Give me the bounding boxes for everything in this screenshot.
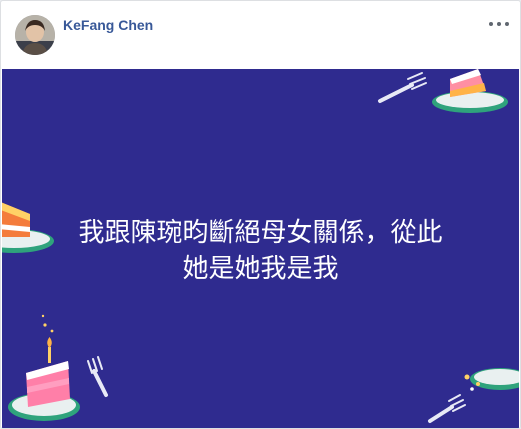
fork-icon bbox=[87, 356, 108, 397]
post-text-line: 她是她我是我 bbox=[182, 254, 339, 284]
avatar-photo bbox=[15, 15, 55, 55]
fork-icon bbox=[428, 394, 466, 423]
post-text-line: 我跟陳琬昀斷絕母女關係，從此 bbox=[78, 218, 443, 248]
birthday-cake-icon bbox=[8, 314, 80, 421]
text-post-background: 我跟陳琬昀斷絕母女關係，從此 她是她我是我 bbox=[2, 69, 519, 428]
more-options-icon[interactable] bbox=[488, 15, 510, 33]
fork-icon bbox=[378, 72, 427, 103]
post-header: KeFang Chen bbox=[1, 1, 520, 69]
plate-icon bbox=[464, 368, 519, 391]
avatar[interactable] bbox=[15, 15, 55, 55]
cake-slice-icon bbox=[432, 69, 508, 113]
post-text: 我跟陳琬昀斷絕母女關係，從此 她是她我是我 bbox=[2, 215, 519, 287]
author-name[interactable]: KeFang Chen bbox=[63, 17, 153, 33]
post-card: KeFang Chen 我跟陳琬昀斷絕母女關係，從此 她是她我是我 bbox=[0, 0, 521, 429]
